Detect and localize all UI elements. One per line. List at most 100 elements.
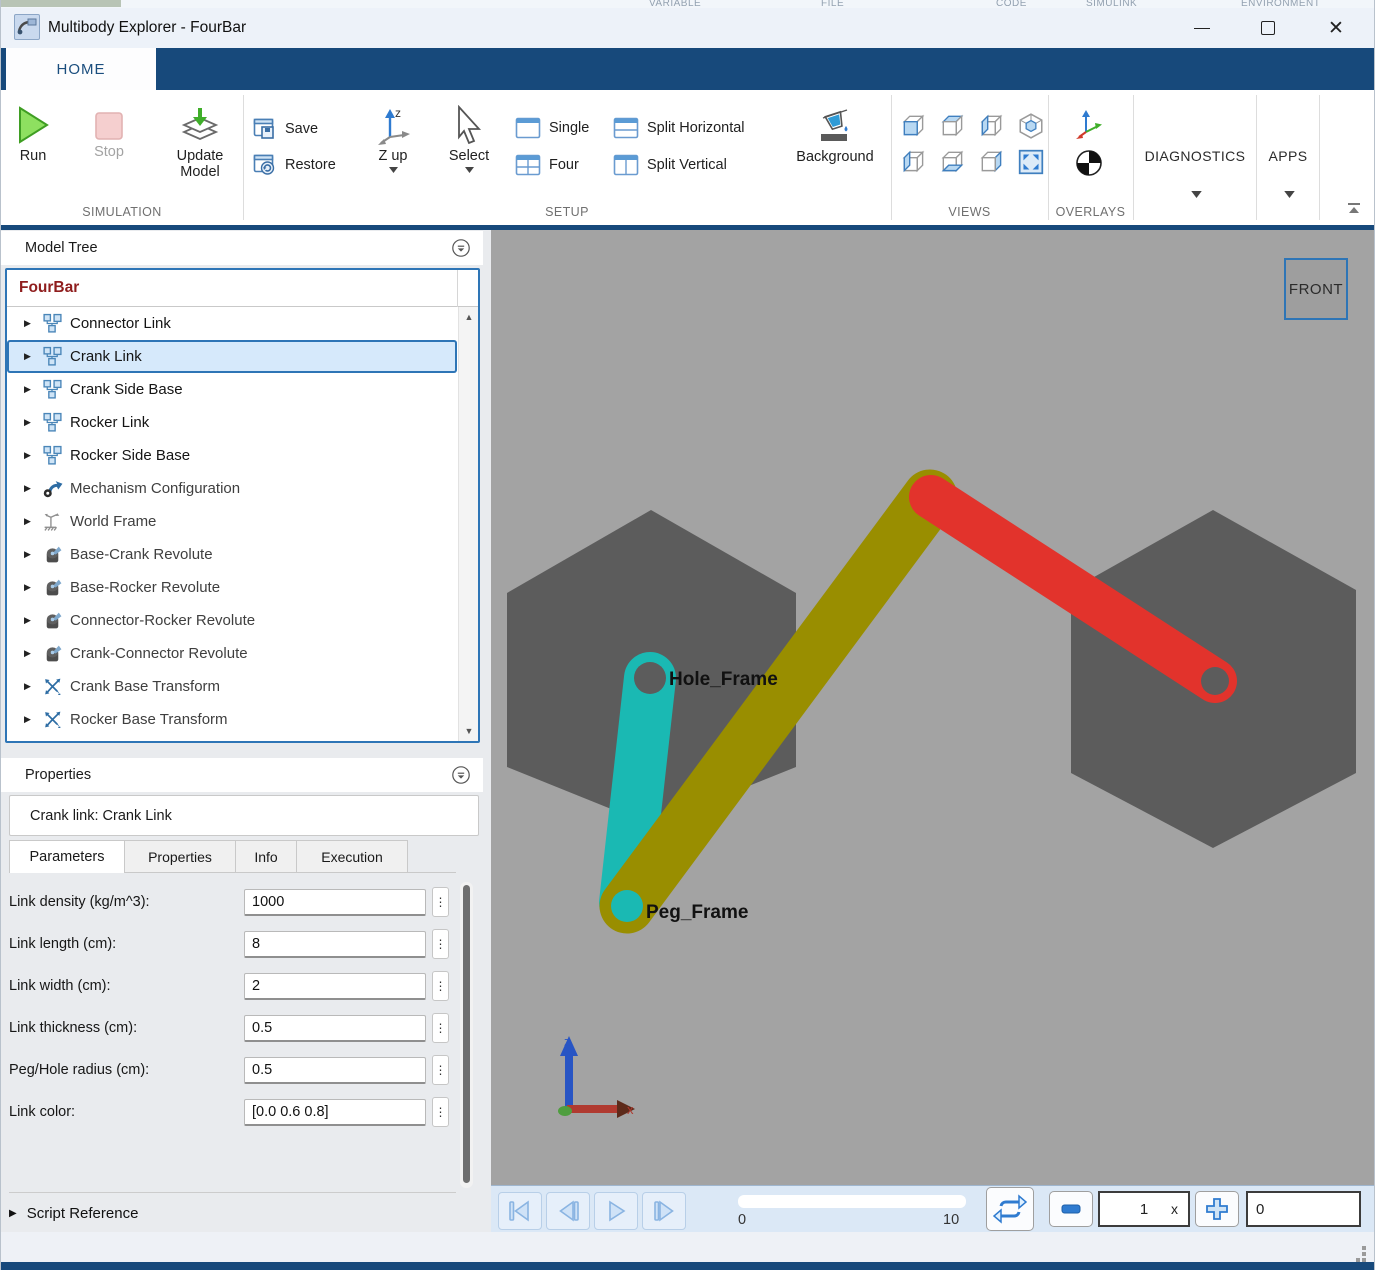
four-view-button[interactable]: Four [515,154,579,176]
step-forward-button[interactable] [642,1192,686,1230]
view-right-button[interactable] [978,148,1006,176]
expand-arrow-icon[interactable]: ▶ [24,681,35,692]
tab-properties[interactable]: Properties [124,840,236,872]
peg-hole-radius-cm-input[interactable]: 0.5 [244,1057,426,1084]
expand-arrow-icon[interactable]: ▶ [24,351,35,362]
expand-arrow-icon[interactable]: ▶ [24,318,35,329]
split-vertical-button[interactable]: Split Vertical [613,154,727,176]
field-options-button[interactable]: ⋮ [432,1013,449,1043]
view-top-button[interactable] [939,112,967,140]
view-bottom-button[interactable] [939,148,967,176]
script-reference-expander[interactable]: ▶ Script Reference [9,1205,138,1222]
scrollbar-thumb[interactable] [463,885,470,1183]
tab-execution[interactable]: Execution [296,840,408,872]
center-of-mass-icon[interactable] [1074,148,1104,178]
3d-viewport[interactable]: Hole_Frame Peg_Frame z x FRONT [491,230,1375,1185]
restore-button[interactable]: Restore [253,154,336,176]
tree-item-rocker-base-transform[interactable]: ▶Rocker Base Transform [7,703,457,736]
link-density-kg-m-3-input[interactable]: 1000 [244,889,426,916]
speed-value-box[interactable]: 1 x [1098,1191,1190,1227]
tree-item-rocker-link[interactable]: ▶Rocker Link [7,406,457,439]
tree-item-crank-base-transform[interactable]: ▶Crank Base Transform [7,670,457,703]
tree-item-base-crank-revolute[interactable]: ▶Base-Crank Revolute [7,538,457,571]
view-back-button[interactable] [900,148,928,176]
update-model-button[interactable]: Update Model [165,105,235,180]
stop-button: Stop [85,111,133,160]
field-options-button[interactable]: ⋮ [432,929,449,959]
model-tree-scrollbar[interactable]: ▲ ▼ [458,307,478,741]
model-tree-list: ▶Connector Link▶Crank Link▶Crank Side Ba… [7,307,457,741]
expand-arrow-icon[interactable]: ▶ [24,417,35,428]
scroll-up-icon[interactable]: ▲ [459,307,479,327]
tree-item-crank-side-base[interactable]: ▶Crank Side Base [7,373,457,406]
run-button[interactable]: Run [9,105,57,164]
expand-arrow-icon[interactable]: ▶ [24,450,35,461]
speed-increase-button[interactable] [1195,1191,1239,1227]
collapse-ribbon-icon[interactable] [1345,202,1363,216]
maximize-button[interactable] [1245,8,1291,48]
select-button[interactable]: Select [441,105,497,173]
view-orientation-button[interactable]: FRONT [1284,258,1348,320]
step-back-button[interactable] [546,1192,590,1230]
tree-item-world-frame[interactable]: ▶World Frame [7,505,457,538]
single-view-button[interactable]: Single [515,117,589,139]
tab-home[interactable]: HOME [6,48,156,90]
link-width-cm-input[interactable]: 2 [244,973,426,1000]
tree-item-rocker-side-base[interactable]: ▶Rocker Side Base [7,439,457,472]
skip-to-start-button[interactable] [498,1192,542,1230]
loop-button[interactable] [986,1187,1034,1231]
scroll-down-icon[interactable]: ▼ [459,721,479,741]
tab-info[interactable]: Info [235,840,297,872]
z-up-button[interactable]: z Z up [365,105,421,173]
tree-item-base-rocker-revolute[interactable]: ▶Base-Rocker Revolute [7,571,457,604]
apps-dropdown[interactable]: APPS [1257,148,1319,197]
tab-parameters[interactable]: Parameters [9,840,125,873]
link-color-input[interactable]: [0.0 0.6 0.8] [244,1099,426,1126]
diagnostics-dropdown[interactable]: DIAGNOSTICS [1135,148,1255,197]
time-slider[interactable] [738,1195,966,1208]
minimize-button[interactable] [1179,8,1225,48]
field-options-button[interactable]: ⋮ [432,887,449,917]
section-label-setup: SETUP [243,205,891,219]
tree-item-mechanism-configuration[interactable]: ▶Mechanism Configuration [7,472,457,505]
field-label: Link thickness (cm): [9,1020,244,1036]
expand-arrow-icon[interactable]: ▶ [9,1208,17,1219]
time-field[interactable]: 0 [1246,1191,1361,1227]
link-thickness-cm-input[interactable]: 0.5 [244,1015,426,1042]
tree-item-connector-link[interactable]: ▶Connector Link [7,307,457,340]
field-options-button[interactable]: ⋮ [432,1055,449,1085]
panel-menu-icon[interactable] [451,765,471,785]
panel-menu-icon[interactable] [451,238,471,258]
expand-arrow-icon[interactable]: ▶ [24,483,35,494]
view-left-button[interactable] [978,112,1006,140]
tree-item-connector-rocker-revolute[interactable]: ▶Connector-Rocker Revolute [7,604,457,637]
split-horizontal-button[interactable]: Split Horizontal [613,117,745,139]
field-options-button[interactable]: ⋮ [432,971,449,1001]
save-button[interactable]: Save [253,118,318,140]
expand-arrow-icon[interactable]: ▶ [24,615,35,626]
play-button[interactable] [594,1192,638,1230]
tree-item-crank-link[interactable]: ▶Crank Link [7,340,457,373]
expand-arrow-icon[interactable]: ▶ [24,648,35,659]
frame-triad-icon[interactable] [1074,108,1104,140]
stop-icon [94,111,124,141]
properties-scrollbar[interactable] [460,882,473,1188]
view-fit-button[interactable] [1017,148,1045,176]
resize-grip[interactable] [1346,1240,1362,1256]
background-button[interactable]: Background [789,106,881,165]
model-tree-root[interactable]: FourBar [7,270,478,307]
close-button[interactable]: ✕ [1313,8,1359,48]
expand-arrow-icon[interactable]: ▶ [24,384,35,395]
separator [1319,95,1320,220]
expand-arrow-icon[interactable]: ▶ [24,549,35,560]
view-front-button[interactable] [900,112,928,140]
tree-item-crank-connector-revolute[interactable]: ▶Crank-Connector Revolute [7,637,457,670]
view-isometric-button[interactable] [1017,112,1045,140]
field-options-button[interactable]: ⋮ [432,1097,449,1127]
expand-arrow-icon[interactable]: ▶ [24,516,35,527]
expand-arrow-icon[interactable]: ▶ [24,582,35,593]
revolute-joint-icon [42,577,63,598]
expand-arrow-icon[interactable]: ▶ [24,714,35,725]
link-length-cm-input[interactable]: 8 [244,931,426,958]
speed-decrease-button[interactable] [1049,1191,1093,1227]
